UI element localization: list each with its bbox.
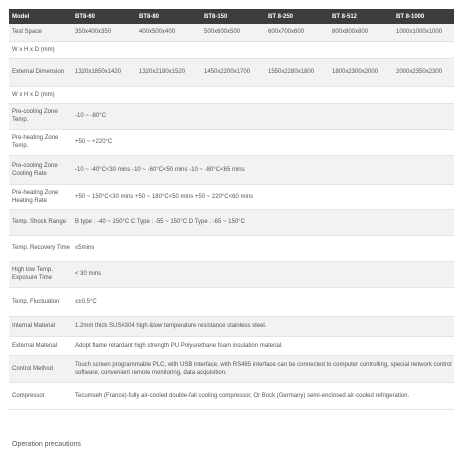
table-row: W x H x D (mm): [9, 86, 454, 104]
header-model-6: BT 8-1000: [393, 9, 454, 24]
cell-value: 1550x2280x1800: [265, 58, 329, 87]
table-row: Pre-heating Zone Heating Rate +50 ~ 150°…: [9, 184, 454, 210]
table-row: W x H x D (mm): [9, 41, 454, 59]
row-label: High low Temp. Exposure Time: [9, 261, 72, 288]
table-row: Control Method Touch screen programmable…: [9, 355, 454, 383]
header-model-2: BT8-80: [136, 9, 201, 24]
table-row: Temp. Shock Range B type : -40 ~ 150°C C…: [9, 209, 454, 236]
cell-value: 1800x2300x2000: [329, 58, 393, 87]
row-label: Control Method: [9, 355, 72, 383]
header-model-3: BT8-150: [201, 9, 265, 24]
cell-value: 1320x2180x1520: [136, 58, 201, 87]
row-label: Temp. Shock Range: [9, 209, 72, 236]
cell-value: 1000x1000x1000: [393, 24, 454, 42]
row-label: Compressor: [9, 382, 72, 410]
table-header-row: Model BT8-60 BT8-80 BT8-150 BT 8-250 BT …: [9, 9, 454, 24]
row-label: Temp. Recovery Time: [9, 235, 72, 262]
cell-value: -10 ~ -80°C: [72, 103, 454, 130]
cell-value: 400x500x400: [136, 24, 201, 42]
row-label: External Material: [9, 336, 72, 356]
cell-value: Tecumseh (France)-fully air-cooled doubl…: [72, 382, 454, 410]
table-row: Compressor Tecumseh (France)-fully air-c…: [9, 382, 454, 410]
row-label: W x H x D (mm): [9, 41, 72, 59]
cell-value: [72, 41, 454, 59]
cell-value: 600x700x600: [265, 24, 329, 42]
table-row: Test Space 350x400x350 400x500x400 500x6…: [9, 24, 454, 42]
row-label: Test Space: [9, 24, 72, 42]
row-label: Temp. Fluctuation: [9, 287, 72, 317]
row-label: Internal Material: [9, 316, 72, 337]
cell-value: [72, 86, 454, 104]
header-model-4: BT 8-250: [265, 9, 329, 24]
cell-value: 350x400x350: [72, 24, 136, 42]
cell-value: Adopt flame retardant high strength PU P…: [72, 336, 454, 356]
table-row: Pre-heating Zone Temp. +50 ~ +220°C: [9, 129, 454, 156]
cell-value: ≤±0.5°C: [72, 287, 454, 317]
specification-table: Model BT8-60 BT8-80 BT8-150 BT 8-250 BT …: [9, 9, 454, 410]
header-model-1: BT8-60: [72, 9, 136, 24]
cell-value: B type : -40 ~ 150°C C Type : -55 ~ 150°…: [72, 209, 454, 236]
table-row: Temp. Recovery Time ≤5mins: [9, 235, 454, 262]
cell-value: ≤5mins: [72, 235, 454, 262]
section-heading: Operation precautions: [12, 441, 81, 448]
row-label: Pre-cooling Zone Temp.: [9, 103, 72, 130]
cell-value: 800x800x800: [329, 24, 393, 42]
cell-value: 500x600x500: [201, 24, 265, 42]
cell-value: 1450x2200x1700: [201, 58, 265, 87]
cell-value: +50 ~ 150°C<30 mins +50 ~ 180°C<50 mins …: [72, 184, 454, 210]
row-label: Pre-heating Zone Temp.: [9, 129, 72, 156]
row-label: W x H x D (mm): [9, 86, 72, 104]
table-row: Pre-cooling Zone Temp. -10 ~ -80°C: [9, 103, 454, 130]
row-label: Pre-heating Zone Heating Rate: [9, 184, 72, 210]
row-label: External Dimension: [9, 58, 72, 87]
table-row: High low Temp. Exposure Time < 30 mins: [9, 261, 454, 288]
cell-value: +50 ~ +220°C: [72, 129, 454, 156]
table-row: Internal Material 1.2mm thick SUS#304 hi…: [9, 316, 454, 337]
row-label: Pre-cooling Zone Cooling Rate: [9, 155, 72, 185]
table-row: External Dimension 1320x1850x1420 1320x2…: [9, 58, 454, 87]
cell-value: 1320x1850x1420: [72, 58, 136, 87]
table-row: Temp. Fluctuation ≤±0.5°C: [9, 287, 454, 317]
cell-value: 1.2mm thick SUS#304 high &low temperatur…: [72, 316, 454, 337]
table-row: Pre-cooling Zone Cooling Rate -10 ~ -40°…: [9, 155, 454, 185]
cell-value: 2000x2350x2300: [393, 58, 454, 87]
cell-value: < 30 mins: [72, 261, 454, 288]
header-model-5: BT 8-512: [329, 9, 393, 24]
header-model: Model: [9, 9, 72, 24]
cell-value: Touch screen programmable PLC, with USB …: [72, 355, 454, 383]
cell-value: -10 ~ -40°C<30 mins -10 ~ -60°C<50 mins …: [72, 155, 454, 185]
table-row: External Material Adopt flame retardant …: [9, 336, 454, 356]
